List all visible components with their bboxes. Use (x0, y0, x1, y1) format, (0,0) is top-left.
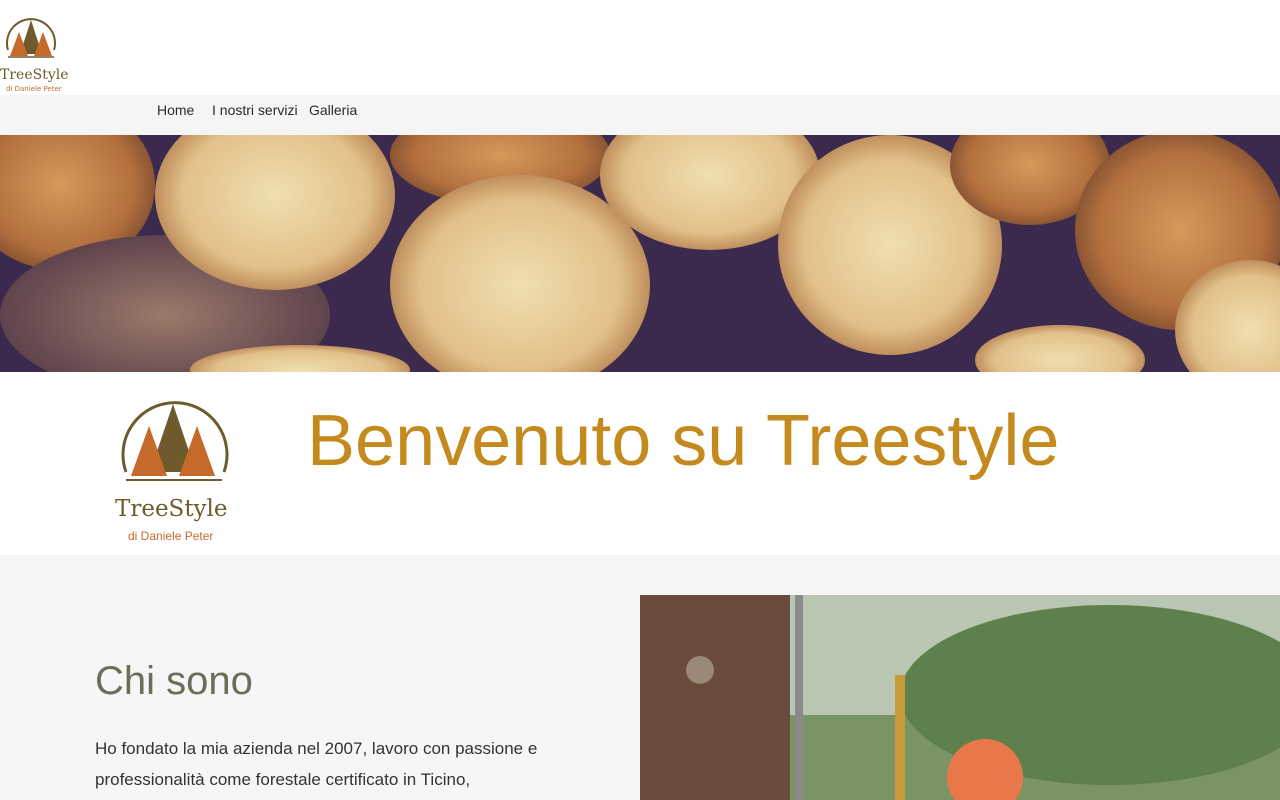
welcome-title: Benvenuto su Treestyle (307, 401, 1060, 481)
tree-logo-icon (6, 18, 56, 58)
header-logo-brand: TreeStyle (0, 67, 69, 83)
about-text-line-1: Ho fondato la mia azienda nel 2007, lavo… (95, 739, 538, 758)
welcome-section: TreeStyle di Daniele Peter Benvenuto su … (0, 372, 1280, 555)
about-text: Ho fondato la mia azienda nel 2007, lavo… (95, 733, 595, 795)
nav-item-galleria[interactable]: Galleria (309, 102, 357, 118)
tree-logo-icon (121, 401, 229, 481)
main-logo: TreeStyle di Daniele Peter (112, 392, 237, 547)
about-text-line-2: professionalità come forestale certifica… (95, 770, 471, 789)
header-logo-subtitle: di Daniele Peter (6, 85, 62, 93)
main-logo-subtitle: di Daniele Peter (128, 529, 214, 543)
banner-image-logs (0, 135, 1280, 372)
about-title: Chi sono (95, 659, 253, 703)
nav-item-home[interactable]: Home (157, 102, 194, 118)
about-photo-chainsaw (640, 595, 1280, 800)
main-navigation: Home I nostri servizi Galleria (0, 95, 1280, 135)
about-section: Chi sono Ho fondato la mia azienda nel 2… (0, 555, 1280, 800)
nav-item-servizi[interactable]: I nostri servizi (212, 102, 298, 118)
main-logo-brand: TreeStyle (115, 496, 228, 522)
header-logo[interactable]: TreeStyle di Daniele Peter (0, 10, 69, 96)
